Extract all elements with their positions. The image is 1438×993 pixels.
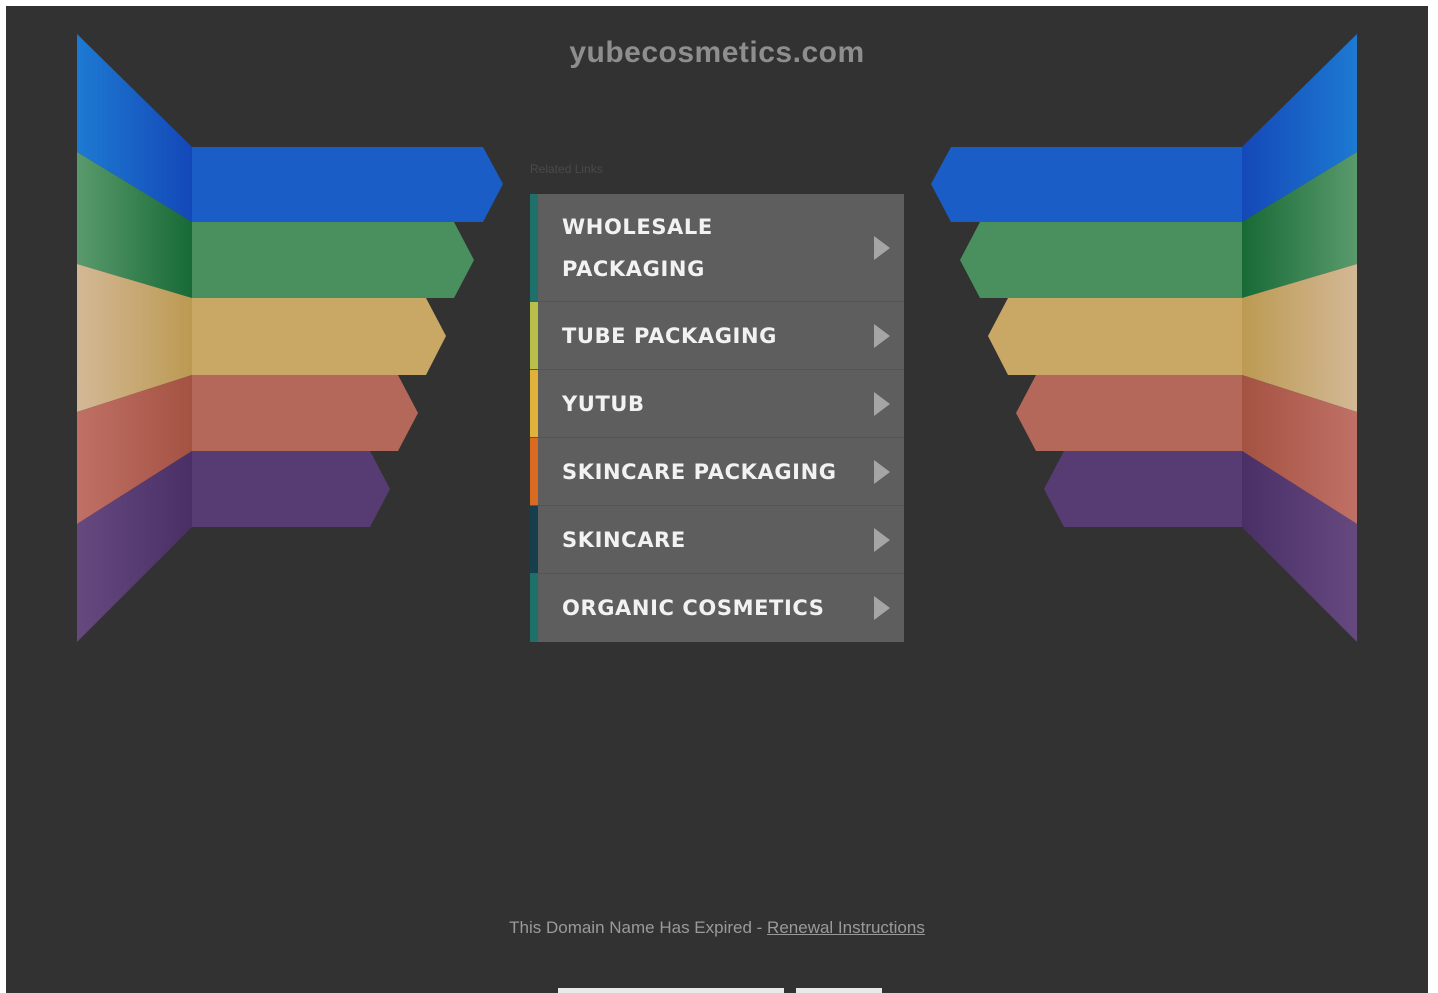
page-frame: yubecosmetics.com Related Links WHOLESAL… bbox=[6, 6, 1428, 993]
left-arrow-tan bbox=[192, 298, 446, 375]
right-arrow-red bbox=[1016, 375, 1242, 451]
play-arrow-icon bbox=[874, 596, 890, 620]
menu-item-tube-packaging[interactable]: TUBE PACKAGING bbox=[530, 302, 904, 370]
search-button[interactable] bbox=[796, 988, 882, 993]
menu-item-yutub[interactable]: YUTUB bbox=[530, 370, 904, 438]
related-links-label: Related Links bbox=[530, 162, 603, 176]
search-box[interactable] bbox=[558, 988, 784, 993]
play-arrow-icon bbox=[874, 323, 890, 348]
footer-text: This Domain Name Has Expired - bbox=[509, 918, 768, 937]
right-arrow-purple bbox=[1044, 451, 1242, 527]
left-arrow-blue bbox=[192, 147, 503, 222]
left-wing bbox=[77, 34, 503, 642]
menu-item-wholesale-packaging[interactable]: WHOLESALE PACKAGING bbox=[530, 194, 904, 302]
menu-item-label: TUBE PACKAGING bbox=[562, 323, 777, 348]
menu-item-accent-bar bbox=[530, 194, 538, 301]
menu-item-organic-cosmetics[interactable]: ORGANIC COSMETICS bbox=[530, 574, 904, 642]
renewal-instructions-link[interactable]: Renewal Instructions bbox=[767, 918, 925, 937]
play-arrow-icon bbox=[874, 391, 890, 416]
right-arrow-tan bbox=[988, 298, 1242, 375]
menu-item-accent-bar bbox=[530, 506, 538, 573]
menu-item-label-line1: WHOLESALE bbox=[562, 214, 713, 239]
expired-domain-footer: This Domain Name Has Expired - Renewal I… bbox=[6, 918, 1428, 938]
left-arrow-red bbox=[192, 375, 418, 451]
bottom-search-strip bbox=[558, 988, 882, 993]
right-arrow-green bbox=[960, 222, 1242, 298]
right-wing bbox=[931, 34, 1357, 642]
menu-item-label: YUTUB bbox=[562, 391, 645, 416]
site-domain-title: yubecosmetics.com bbox=[569, 36, 865, 69]
right-arrow-blue bbox=[931, 147, 1242, 222]
menu-item-accent-bar bbox=[530, 370, 538, 437]
menu-item-label: SKINCARE bbox=[562, 527, 686, 552]
related-links-menu: WHOLESALE PACKAGING TUBE PACKAGING YUTUB… bbox=[530, 194, 904, 642]
menu-item-skincare[interactable]: SKINCARE bbox=[530, 506, 904, 574]
play-arrow-icon bbox=[874, 235, 890, 260]
left-arrow-green bbox=[192, 222, 474, 298]
menu-item-label: SKINCARE PACKAGING bbox=[562, 459, 837, 484]
menu-item-accent-bar bbox=[530, 574, 538, 642]
menu-item-accent-bar bbox=[530, 438, 538, 505]
menu-item-accent-bar bbox=[530, 302, 538, 369]
left-arrow-purple bbox=[192, 451, 390, 527]
menu-item-label: ORGANIC COSMETICS bbox=[562, 596, 825, 620]
menu-item-label-line2: PACKAGING bbox=[562, 256, 705, 281]
play-arrow-icon bbox=[874, 527, 890, 552]
play-arrow-icon bbox=[874, 459, 890, 484]
menu-item-label: WHOLESALE PACKAGING bbox=[562, 206, 862, 290]
menu-item-skincare-packaging[interactable]: SKINCARE PACKAGING bbox=[530, 438, 904, 506]
